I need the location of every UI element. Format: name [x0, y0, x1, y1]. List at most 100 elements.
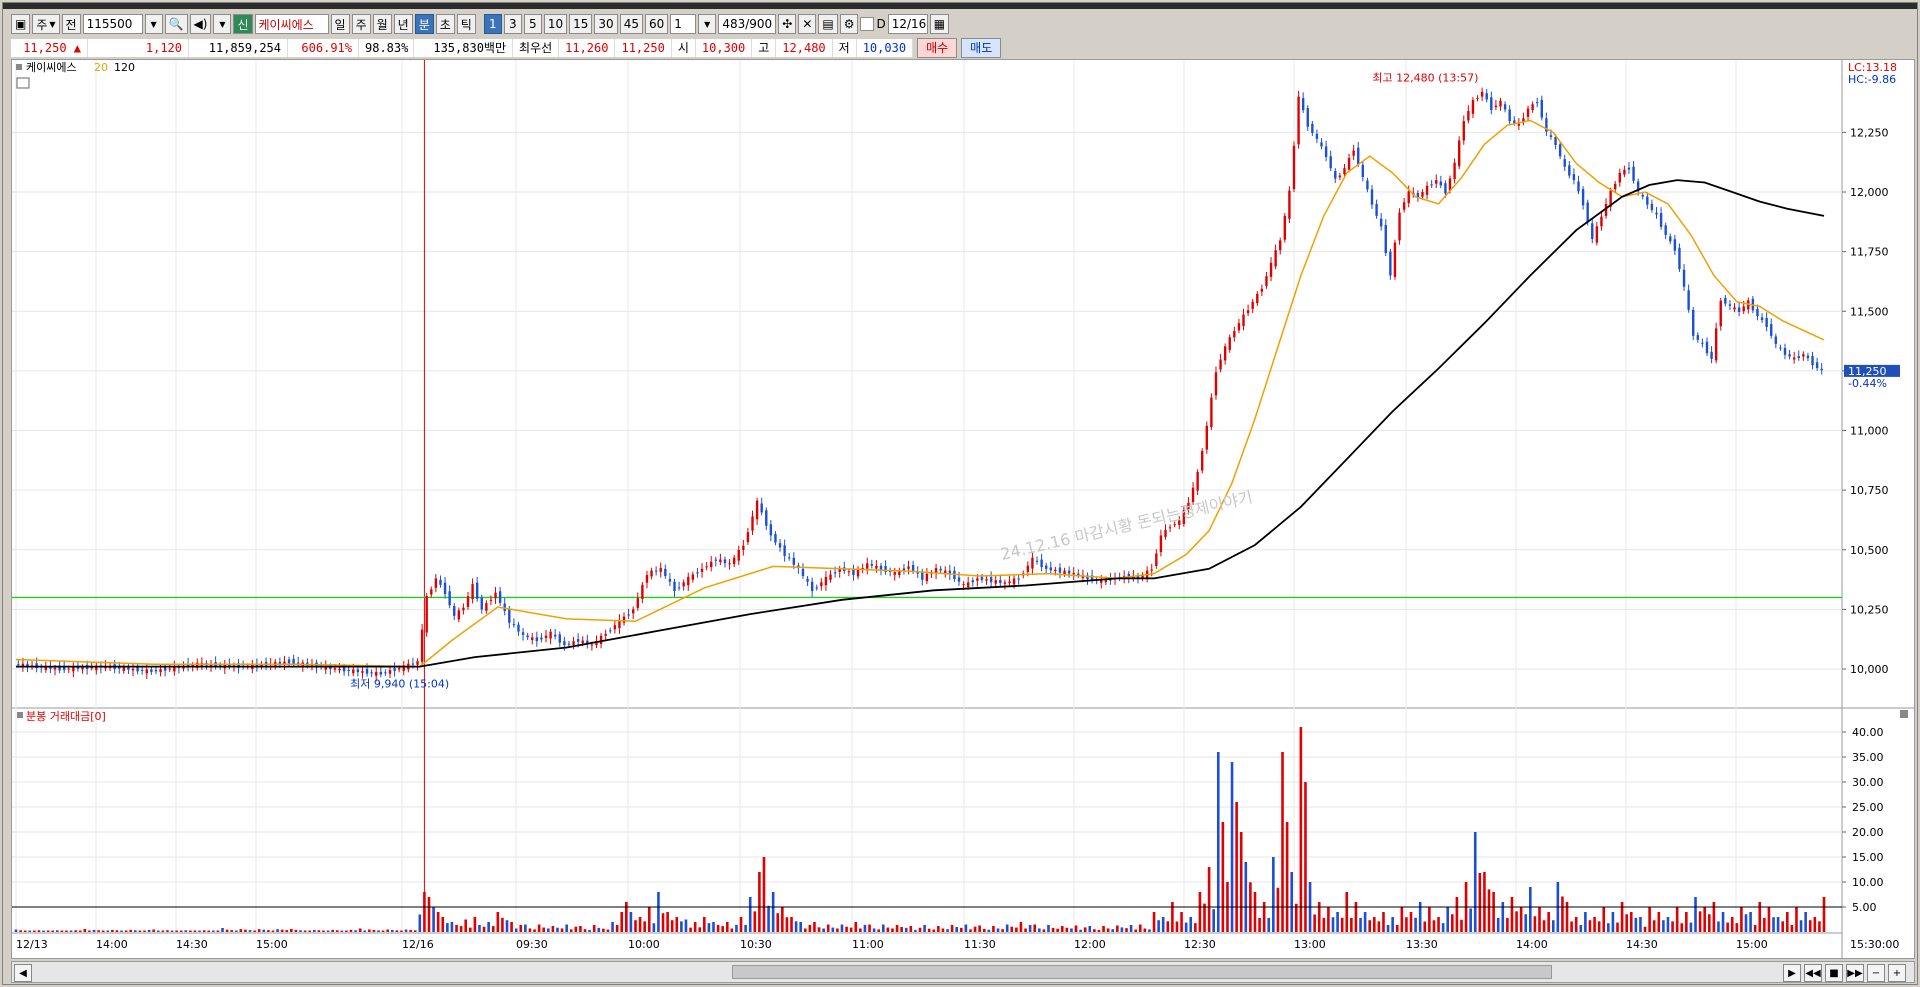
- volume-bar: [583, 929, 587, 932]
- high-label: 고: [752, 39, 777, 57]
- candle-body: [1614, 183, 1617, 190]
- volume-bar: [1804, 912, 1807, 932]
- fast-forward-icon[interactable]: ▶▶: [1846, 964, 1864, 982]
- time-label: 10:30: [740, 938, 772, 951]
- interval-10[interactable]: 10: [543, 14, 568, 34]
- volume-bar: [813, 922, 816, 932]
- calendar-icon[interactable]: ▦: [929, 14, 950, 34]
- period-day[interactable]: 일: [330, 14, 350, 34]
- candle-body: [1797, 356, 1800, 359]
- multiplier-input[interactable]: 1: [670, 14, 697, 34]
- draw-tool-icon[interactable]: ✕: [798, 14, 817, 34]
- candle-body: [1031, 557, 1034, 569]
- volume-bar: [1065, 927, 1069, 932]
- interval-30[interactable]: 30: [594, 14, 618, 34]
- interval-3[interactable]: 3: [503, 14, 522, 34]
- chart-svg[interactable]: 12,25012,00011,75011,50011,25011,00010,7…: [12, 60, 1914, 958]
- price-tick-label: 12,250: [1850, 126, 1889, 139]
- candle-body: [732, 557, 736, 565]
- candle-body: [1168, 527, 1172, 529]
- candle-body: [425, 596, 428, 633]
- period-week[interactable]: 주: [351, 14, 371, 34]
- chart-area[interactable]: 12,25012,00011,75011,50011,25011,00010,7…: [11, 59, 1915, 959]
- table-icon[interactable]: [16, 77, 30, 89]
- volume-bar: [1138, 924, 1142, 932]
- volume-ratio: 606.91%: [288, 39, 359, 57]
- period-tick[interactable]: 틱: [456, 14, 476, 34]
- volume-bar: [1680, 923, 1684, 932]
- scroll-controls: ▶ ◀◀ ■ ▶▶ − +: [1783, 964, 1906, 982]
- candle-body: [1618, 172, 1621, 183]
- volume-bar: [1652, 920, 1656, 932]
- candle-body: [388, 670, 392, 674]
- candle-body: [1219, 359, 1222, 370]
- interval-1[interactable]: 1: [483, 14, 502, 34]
- volume-bar: [1579, 924, 1583, 932]
- prev-button[interactable]: 전: [61, 14, 81, 34]
- date-input[interactable]: 12/16: [887, 14, 928, 34]
- code-dropdown[interactable]: ▼: [144, 14, 163, 34]
- candle-body: [1682, 269, 1686, 287]
- d-checkbox[interactable]: [860, 17, 875, 31]
- count-input[interactable]: 483/900: [718, 14, 777, 34]
- candle-body: [613, 625, 617, 630]
- volume-bar: [377, 930, 380, 932]
- rewind-icon[interactable]: ◀◀: [1804, 964, 1822, 982]
- sell-button[interactable]: 매도: [961, 38, 1002, 58]
- volume-bar: [606, 929, 610, 932]
- zoom-out-icon[interactable]: −: [1867, 964, 1885, 982]
- period-main-select[interactable]: 주 ▼: [32, 14, 60, 34]
- volume-bar: [1363, 912, 1367, 932]
- candle-body: [1820, 368, 1823, 371]
- candle-body: [1375, 203, 1378, 216]
- volume-bar: [859, 928, 862, 932]
- period-month[interactable]: 월: [372, 14, 392, 34]
- period-second[interactable]: 초: [435, 14, 455, 34]
- layout-icon[interactable]: ▣: [11, 14, 31, 34]
- volume-bar: [597, 927, 601, 932]
- trade-strength: 98.83%: [359, 39, 414, 57]
- volume-bar: [547, 928, 550, 932]
- stock-code-input[interactable]: 115500: [82, 14, 143, 34]
- volume-bar: [781, 907, 784, 932]
- zoom-in-icon[interactable]: +: [1888, 964, 1906, 982]
- scroll-thumb[interactable]: [732, 965, 1552, 979]
- candle-body: [475, 582, 479, 599]
- panel-close-icon[interactable]: [1900, 710, 1908, 718]
- scroll-right-icon[interactable]: ▶: [1783, 964, 1801, 982]
- interval-45[interactable]: 45: [619, 14, 643, 34]
- crosshair-icon[interactable]: ✣: [778, 14, 797, 34]
- sound-dropdown[interactable]: ▼: [213, 14, 232, 34]
- candle-body: [1214, 372, 1218, 396]
- interval-5[interactable]: 5: [523, 14, 542, 34]
- volume-bar: [519, 924, 523, 932]
- volume-bar: [863, 924, 867, 932]
- gear-icon[interactable]: ⚙: [839, 14, 859, 34]
- period-minute[interactable]: 분: [414, 14, 434, 34]
- volume-bar: [1267, 917, 1271, 932]
- interval-60[interactable]: 60: [644, 14, 669, 34]
- sound-icon[interactable]: ◀): [189, 14, 212, 34]
- volume-bar: [166, 930, 169, 932]
- buy-button[interactable]: 매수: [917, 38, 958, 58]
- candle-body: [393, 668, 396, 671]
- multiplier-dropdown[interactable]: ▼: [698, 14, 717, 34]
- candle-body: [434, 578, 438, 588]
- candle-body: [1664, 225, 1667, 235]
- volume-bar: [1790, 925, 1794, 932]
- save-icon[interactable]: ▤: [818, 14, 838, 34]
- toolbar: ▣ 주 ▼ 전 115500 ▼ 🔍 ◀) ▼ 신 케이씨에스 일 주 월 년 분…: [11, 13, 950, 35]
- period-year[interactable]: 년: [393, 14, 413, 34]
- candle-body: [1627, 167, 1631, 170]
- candle-body: [1150, 569, 1153, 571]
- volume-bar: [1547, 912, 1550, 932]
- volume-bar: [1097, 929, 1101, 932]
- horizontal-scrollbar[interactable]: ◀ ▶ ◀◀ ■ ▶▶ − +: [11, 961, 1915, 983]
- scroll-left-icon[interactable]: ◀: [14, 964, 32, 982]
- hc-label: HC:-9.86: [1848, 73, 1896, 86]
- volume-bar: [1455, 897, 1459, 932]
- search-icon[interactable]: 🔍: [164, 14, 188, 34]
- volume-bar: [427, 897, 431, 932]
- interval-15[interactable]: 15: [569, 14, 593, 34]
- stop-icon[interactable]: ■: [1825, 964, 1843, 982]
